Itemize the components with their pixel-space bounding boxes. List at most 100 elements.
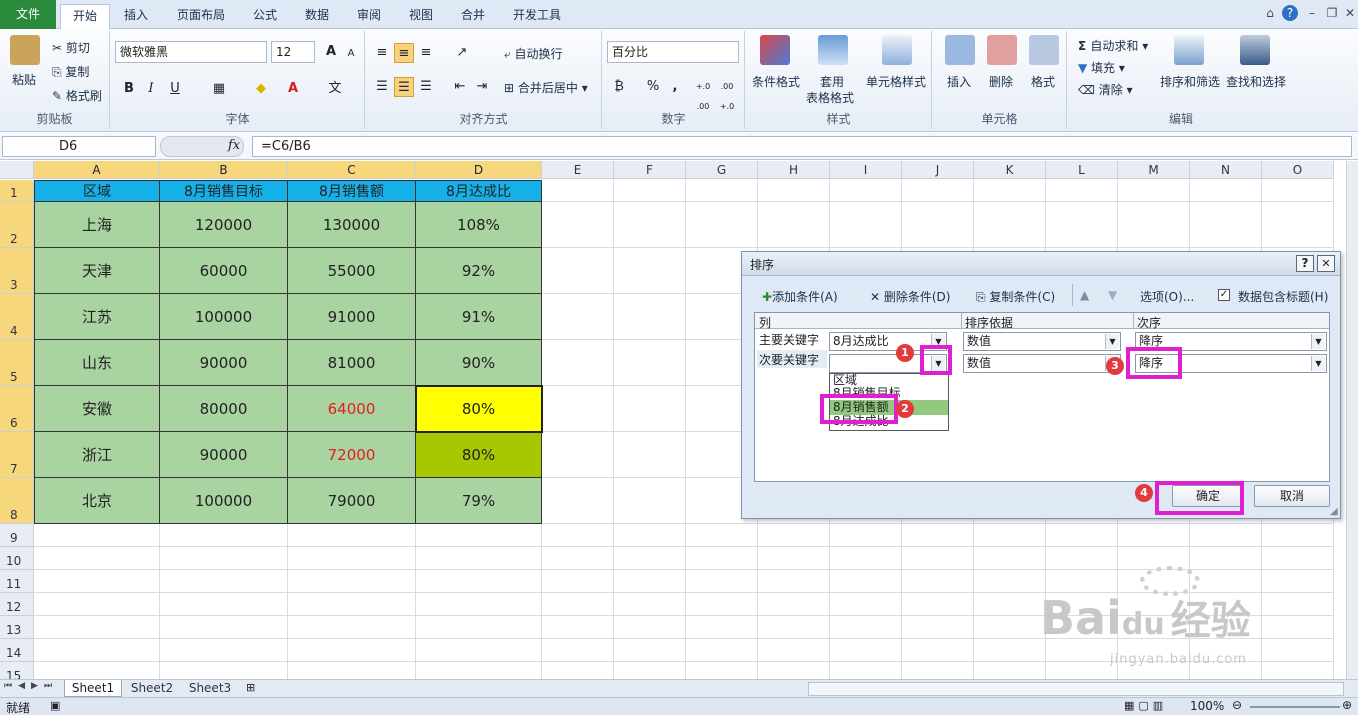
row-header-4[interactable]: 4 bbox=[0, 294, 34, 340]
format-button[interactable]: 格式 bbox=[1031, 73, 1055, 90]
grid-cell[interactable] bbox=[1190, 202, 1262, 248]
grid-cell[interactable] bbox=[902, 524, 974, 547]
grid-cell[interactable] bbox=[542, 662, 614, 679]
grid-cell[interactable] bbox=[542, 432, 614, 478]
column-header-l[interactable]: L bbox=[1046, 161, 1118, 179]
row-header-10[interactable]: 10 bbox=[0, 547, 34, 570]
grid-cell[interactable] bbox=[34, 593, 160, 616]
copy-condition-button[interactable]: ⎘ 复制条件(C) bbox=[976, 288, 1055, 305]
fill-button[interactable]: ▼ 填充 ▾ bbox=[1078, 59, 1125, 76]
view-buttons-icon[interactable]: ▦▢▥ bbox=[1124, 699, 1167, 712]
dialog-help-button[interactable]: ? bbox=[1296, 255, 1314, 272]
table-cell[interactable]: 天津 bbox=[34, 248, 160, 294]
tab-review[interactable]: 审阅 bbox=[348, 4, 390, 29]
minimize-window-icon[interactable]: – bbox=[1304, 5, 1320, 21]
column-header-a[interactable]: A bbox=[34, 161, 160, 179]
grid-cell[interactable] bbox=[160, 662, 288, 679]
grid-cell[interactable] bbox=[542, 570, 614, 593]
grid-cell[interactable] bbox=[974, 202, 1046, 248]
delete-condition-button[interactable]: ✕ 删除条件(D) bbox=[870, 288, 950, 305]
grid-cell[interactable] bbox=[1118, 202, 1190, 248]
fill-color-icon[interactable]: ◆ bbox=[251, 79, 271, 99]
number-format-select[interactable]: 百分比 bbox=[607, 41, 739, 63]
grid-cell[interactable] bbox=[614, 593, 686, 616]
grid-cell[interactable] bbox=[1190, 547, 1262, 570]
table-cell[interactable]: 72000 bbox=[288, 432, 416, 478]
grow-font-button[interactable]: A bbox=[321, 42, 341, 62]
grid-cell[interactable] bbox=[542, 593, 614, 616]
grid-cell[interactable] bbox=[160, 547, 288, 570]
table-cell[interactable]: 90000 bbox=[160, 340, 288, 386]
grid-cell[interactable] bbox=[686, 547, 758, 570]
table-cell[interactable]: 91000 bbox=[288, 294, 416, 340]
grid-cell[interactable] bbox=[1046, 180, 1118, 202]
sheet-tab-2[interactable]: Sheet2 bbox=[124, 680, 180, 697]
primary-basis-select[interactable]: 数值 ▼ bbox=[963, 332, 1121, 351]
comma-button[interactable]: , bbox=[665, 77, 685, 97]
tab-formulas[interactable]: 公式 bbox=[244, 4, 286, 29]
select-all-corner[interactable] bbox=[0, 161, 34, 179]
table-cell[interactable]: 92% bbox=[416, 248, 542, 294]
grid-cell[interactable] bbox=[1262, 524, 1334, 547]
table-cell[interactable]: 60000 bbox=[160, 248, 288, 294]
grid-cell[interactable] bbox=[34, 639, 160, 662]
table-cell[interactable]: 江苏 bbox=[34, 294, 160, 340]
paste-button[interactable]: 粘贴 bbox=[12, 71, 36, 88]
options-button[interactable]: 选项(O)... bbox=[1140, 288, 1194, 305]
grid-cell[interactable] bbox=[614, 386, 686, 432]
table-cell[interactable]: 79000 bbox=[288, 478, 416, 524]
table-cell[interactable]: 120000 bbox=[160, 202, 288, 248]
close-window-icon[interactable]: ✕ bbox=[1342, 5, 1358, 21]
grid-cell[interactable] bbox=[902, 639, 974, 662]
row-header-15[interactable]: 15 bbox=[0, 662, 34, 679]
grid-cell[interactable] bbox=[902, 616, 974, 639]
shrink-font-button[interactable]: A bbox=[341, 44, 361, 64]
grid-cell[interactable] bbox=[686, 639, 758, 662]
grid-cell[interactable] bbox=[1190, 180, 1262, 202]
table-cell[interactable]: 安徽 bbox=[34, 386, 160, 432]
cancel-button[interactable]: 取消 bbox=[1254, 485, 1330, 507]
grid-cell[interactable] bbox=[614, 478, 686, 524]
grid-cell[interactable] bbox=[614, 639, 686, 662]
grid-cell[interactable] bbox=[1118, 524, 1190, 547]
conditional-format-button[interactable]: 条件格式 bbox=[752, 73, 800, 90]
grid-cell[interactable] bbox=[758, 593, 830, 616]
grid-cell[interactable] bbox=[614, 202, 686, 248]
grid-cell[interactable] bbox=[830, 662, 902, 679]
currency-icon[interactable]: ₿ bbox=[609, 77, 629, 97]
restore-window-icon[interactable]: ❐ bbox=[1324, 5, 1340, 21]
percent-button[interactable]: % bbox=[643, 77, 663, 97]
insert-cells-icon[interactable] bbox=[945, 35, 975, 65]
align-middle-icon[interactable]: ≡ bbox=[394, 43, 414, 63]
grid-cell[interactable] bbox=[542, 386, 614, 432]
grid-cell[interactable] bbox=[614, 662, 686, 679]
row-header-1[interactable]: 1 bbox=[0, 180, 34, 202]
merge-center-button[interactable]: ⊞ 合并后居中 ▾ bbox=[504, 79, 588, 96]
insert-function-icon[interactable]: fx bbox=[228, 138, 240, 153]
grid-cell[interactable] bbox=[614, 524, 686, 547]
grid-cell[interactable] bbox=[902, 202, 974, 248]
table-header-cell[interactable]: 区域 bbox=[34, 180, 160, 202]
grid-cell[interactable] bbox=[974, 547, 1046, 570]
grid-cell[interactable] bbox=[416, 593, 542, 616]
help-icon[interactable]: ? bbox=[1282, 5, 1298, 21]
grid-cell[interactable] bbox=[1262, 180, 1334, 202]
grid-cell[interactable] bbox=[830, 547, 902, 570]
grid-cell[interactable] bbox=[416, 662, 542, 679]
paste-icon[interactable] bbox=[10, 35, 40, 65]
sheet-tab-3[interactable]: Sheet3 bbox=[182, 680, 238, 697]
border-icon[interactable]: ▦ bbox=[209, 79, 229, 99]
font-name-select[interactable]: 微软雅黑 bbox=[115, 41, 267, 63]
table-format-icon[interactable] bbox=[818, 35, 848, 65]
increase-indent-icon[interactable]: ⇥ bbox=[472, 77, 492, 97]
grid-cell[interactable] bbox=[542, 202, 614, 248]
grid-cell[interactable] bbox=[974, 180, 1046, 202]
table-cell[interactable]: 北京 bbox=[34, 478, 160, 524]
move-up-icon[interactable]: ▲ bbox=[1080, 288, 1089, 302]
grid-cell[interactable] bbox=[614, 547, 686, 570]
insert-button[interactable]: 插入 bbox=[947, 73, 971, 90]
format-cells-icon[interactable] bbox=[1029, 35, 1059, 65]
column-header-g[interactable]: G bbox=[686, 161, 758, 179]
grid-cell[interactable] bbox=[1262, 547, 1334, 570]
decrease-decimal-button[interactable]: .00 +.0 bbox=[717, 77, 737, 111]
